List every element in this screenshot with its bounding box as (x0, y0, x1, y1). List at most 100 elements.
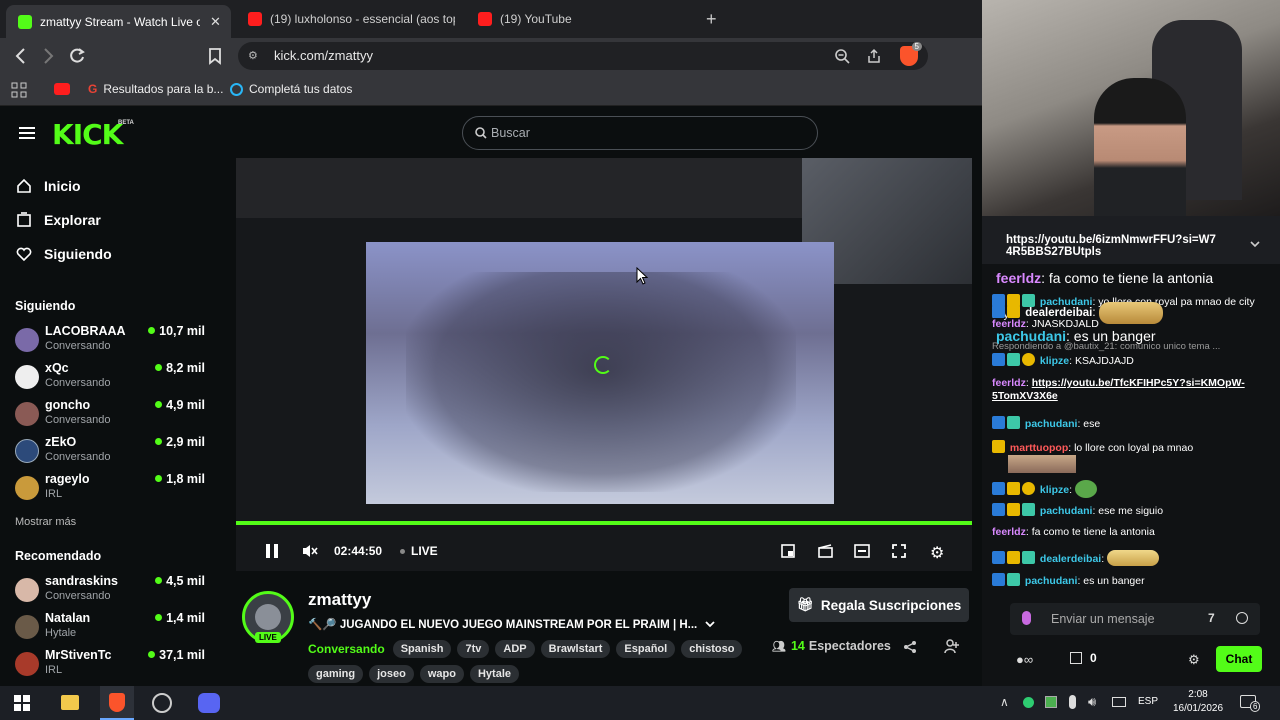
chat-username[interactable]: dealerdeibai (1040, 553, 1101, 565)
tag-chip[interactable]: 7tv (457, 640, 490, 658)
sidebar-channel[interactable]: zEkO Conversando 2,9 mil (15, 435, 205, 471)
pinned-message[interactable]: https://youtu.be/6izmNmwrFFU?si=W74R5BBS… (982, 216, 1280, 264)
chat-username[interactable]: feerldz (992, 526, 1026, 538)
reload-icon[interactable] (68, 47, 86, 65)
pinned-link[interactable]: https://youtu.be/6izmNmwrFFU?si=W74R5BBS… (1006, 234, 1216, 258)
chat-username[interactable]: klipze (1040, 355, 1069, 367)
address-bar[interactable]: ⚙ kick.com/zmattyy 5 (238, 42, 928, 70)
sidebar-channel[interactable]: MrStivenTc IRL 37,1 mil (15, 648, 205, 684)
nav-explore[interactable]: Explorar (16, 212, 101, 228)
chat-settings-icon[interactable]: ⚙ (1188, 652, 1200, 668)
microphone-icon[interactable] (1022, 611, 1031, 625)
volume-icon[interactable]: 🔊︎ (1088, 694, 1096, 710)
tag-chip[interactable]: Spanish (392, 640, 452, 658)
sidebar-channel[interactable]: LACOBRAAA Conversando 10,7 mil (15, 324, 205, 360)
pause-icon[interactable] (266, 544, 278, 558)
sidebar-channel[interactable]: goncho Conversando 4,9 mil (15, 398, 205, 434)
apps-grid-icon[interactable] (11, 82, 27, 98)
file-explorer-icon[interactable] (61, 695, 79, 710)
miniplayer-icon[interactable] (781, 544, 795, 558)
sidebar-channel[interactable]: xQc Conversando 8,2 mil (15, 361, 205, 397)
close-tab-icon[interactable]: ✕ (210, 14, 221, 30)
tag-chip[interactable]: Hytale (469, 665, 520, 683)
send-chat-button[interactable]: Chat (1216, 646, 1262, 672)
brave-shields-icon[interactable]: 5 (900, 42, 922, 66)
muted-volume-icon[interactable] (302, 543, 318, 559)
language-indicator[interactable]: ESP (1138, 696, 1158, 707)
tab-kick[interactable]: zmattyy Stream - Watch Live on Kick ✕ (6, 5, 231, 38)
chat-username[interactable]: pachudani (1025, 575, 1078, 587)
follow-user-icon[interactable] (944, 639, 959, 654)
share-icon[interactable] (866, 48, 882, 64)
video-player[interactable]: 02:44:50 LIVE ⚙ (236, 158, 972, 571)
chat-username[interactable]: pachudani (1025, 418, 1078, 430)
chevron-down-icon[interactable] (1250, 240, 1260, 248)
chevron-down-icon[interactable] (705, 620, 715, 628)
sidebar-channel[interactable]: rageylo IRL 1,8 mil (15, 472, 205, 508)
taskbar-brave[interactable] (100, 686, 134, 720)
tag-chip[interactable]: Brawlstart (540, 640, 611, 658)
tag-chip[interactable]: wapo (419, 665, 464, 683)
tab-youtube[interactable]: (19) YouTube (466, 5, 691, 33)
streamer-name[interactable]: zmattyy (308, 590, 371, 610)
tag-chip[interactable]: Español (616, 640, 676, 658)
tray-chevron-icon[interactable]: ∧ (1000, 695, 1009, 709)
button-label: Regala Suscripciones (820, 597, 962, 613)
emoji-icon[interactable] (1236, 612, 1248, 624)
nav-following[interactable]: Siguiendo (16, 246, 112, 262)
windows-start-icon[interactable] (14, 695, 30, 711)
chat-username[interactable]: feerldz (992, 377, 1026, 389)
tag-chip[interactable]: joseo (369, 665, 414, 683)
chat-input[interactable]: Enviar un mensaje 7 (1010, 603, 1260, 635)
microphone-tray-icon[interactable] (1069, 695, 1076, 709)
fullscreen-icon[interactable] (892, 544, 906, 558)
clock-time: 2:08 (1188, 689, 1208, 700)
settings-gear-icon[interactable]: ⚙ (930, 543, 944, 563)
tray-app-icon[interactable] (1045, 696, 1057, 708)
tag-chip[interactable]: ADP (495, 640, 535, 658)
menu-icon[interactable] (19, 126, 35, 140)
channel-points[interactable]: 0 (1070, 651, 1097, 665)
bookmark-icon[interactable] (208, 47, 222, 65)
translate-icon[interactable]: 7 (1208, 611, 1215, 625)
infinity-icon[interactable]: ●∞ (1016, 652, 1033, 667)
theater-mode-icon[interactable] (854, 544, 870, 558)
chat-text: fa como te tiene la antonia (1048, 270, 1214, 286)
tag-chip[interactable]: chistoso (681, 640, 743, 658)
tags-row-1: Conversando Spanish 7tv ADP Brawlstart E… (308, 640, 748, 658)
sidebar-channel[interactable]: Natalan Hytale 1,4 mil (15, 611, 205, 647)
site-settings-icon[interactable]: ⚙ (248, 49, 258, 62)
obs-icon[interactable] (152, 693, 172, 713)
zoom-icon[interactable] (834, 48, 850, 64)
chat-username[interactable]: klipze (1040, 484, 1069, 496)
notifications-icon[interactable]: 6 (1240, 695, 1261, 712)
forward-icon[interactable] (41, 47, 55, 65)
category-link[interactable]: Conversando (308, 642, 385, 656)
chat-link[interactable]: https://youtu.be/TfcKFIHPc5Y?si=KMOpW-5T… (992, 377, 1245, 402)
sidebar-channel[interactable]: sandraskins Conversando 4,5 mil (15, 574, 205, 610)
seek-bar[interactable] (236, 521, 972, 525)
tab-youtube-song[interactable]: (19) luxholonso - essencial (aos top 10 … (236, 5, 460, 33)
clock[interactable]: 2:08 16/01/2026 (1170, 688, 1226, 716)
tag-chip[interactable]: gaming (308, 665, 364, 683)
back-icon[interactable] (14, 47, 28, 65)
chat-username[interactable]: pachudani (1040, 505, 1093, 517)
new-tab-icon[interactable]: + (706, 9, 717, 30)
search-input[interactable]: Buscar (462, 116, 818, 150)
network-icon[interactable] (1112, 697, 1126, 707)
discord-icon[interactable] (198, 693, 220, 713)
chat-username[interactable]: feerldz (996, 270, 1041, 286)
show-more-link[interactable]: Mostrar más (15, 516, 76, 528)
kick-logo[interactable]: KICK (52, 118, 123, 151)
tray-status-icon[interactable] (1023, 697, 1034, 708)
bookmark-google-results[interactable]: G Resultados para la b... (88, 82, 223, 96)
bookmark-complete-data[interactable]: Completá tus datos (230, 82, 352, 96)
live-indicator[interactable]: LIVE (400, 544, 438, 558)
share-stream-icon[interactable] (903, 640, 917, 654)
clip-icon[interactable] (818, 544, 833, 558)
chat-username[interactable]: marttuopop (1010, 442, 1068, 454)
chat-username[interactable]: feerldz (992, 318, 1026, 330)
youtube-bookmark-icon[interactable] (54, 83, 70, 95)
nav-home[interactable]: Inicio (16, 178, 81, 194)
gift-subscriptions-button[interactable]: 🎁︎ Regala Suscripciones (789, 588, 969, 622)
